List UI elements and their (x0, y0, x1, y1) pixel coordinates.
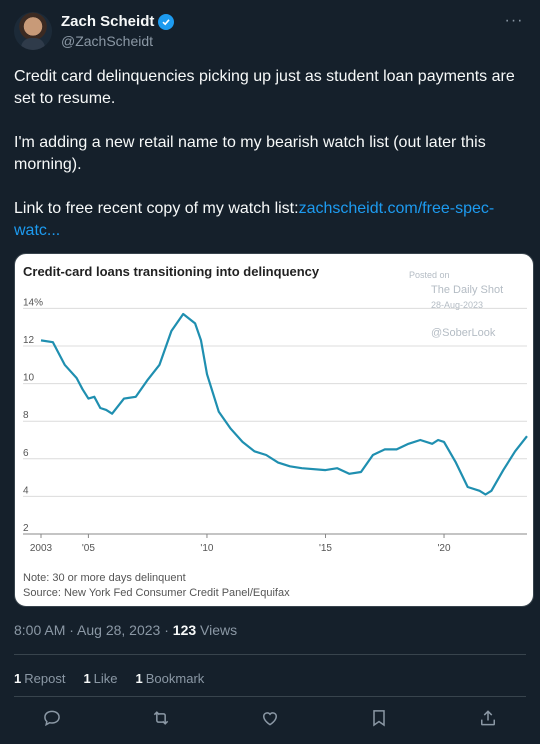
handle[interactable]: @ZachScheidt (61, 33, 153, 49)
y-tick-label: 12 (23, 335, 35, 346)
y-tick-label: 10 (23, 373, 35, 384)
y-tick-label: 4 (23, 485, 29, 496)
y-tick-label: 8 (23, 410, 29, 421)
chart-source: Source: New York Fed Consumer Credit Pan… (23, 587, 290, 599)
tweet-paragraph-3: Link to free recent copy of my watch lis… (14, 198, 526, 242)
action-bar (40, 706, 500, 730)
chart-title: Credit-card loans transitioning into del… (23, 264, 320, 279)
repost-stat[interactable]: 1 Repost (14, 671, 65, 686)
display-name[interactable]: Zach Scheidt (61, 13, 154, 30)
y-tick-label: 2 (23, 523, 29, 534)
chart-note: Note: 30 or more days delinquent (23, 572, 186, 584)
like-label: Like (93, 671, 118, 686)
y-tick-label: 6 (23, 448, 29, 459)
retweet-icon[interactable] (149, 706, 173, 730)
like-count: 1 (83, 671, 91, 686)
x-tick-label: 2003 (30, 543, 53, 554)
share-icon[interactable] (476, 706, 500, 730)
watermark-source: The Daily Shot (431, 284, 504, 296)
x-tick-label: '10 (200, 543, 213, 554)
delinquency-line (40, 312, 528, 496)
more-icon[interactable]: ··· (502, 12, 526, 32)
x-tick-label: '15 (319, 543, 332, 554)
repost-label: Repost (24, 671, 66, 686)
avatar[interactable] (14, 12, 52, 50)
verified-icon[interactable] (158, 13, 175, 30)
timestamp[interactable]: 8:00 AM · Aug 28, 2023 · (14, 622, 173, 638)
chart-card[interactable]: 14% 12 10 8 6 4 2 2003 '05 '10 '15 '20 Credit-card … (14, 253, 534, 607)
name-row: Zach Scheidt (61, 13, 175, 30)
bookmark-label: Bookmark (145, 671, 205, 686)
reply-icon[interactable] (40, 706, 64, 730)
divider (14, 696, 526, 697)
watermark-date: 28-Aug-2023 (431, 300, 484, 310)
x-tick-label: '20 (438, 543, 451, 554)
watermark-handle: @SoberLook (431, 327, 496, 339)
tweet-paragraph-1: Credit card delinquencies picking up jus… (14, 68, 515, 107)
y-tick-label: 14% (23, 297, 43, 308)
bookmark-icon[interactable] (367, 706, 391, 730)
like-icon[interactable] (258, 706, 282, 730)
views-count: 123 (172, 622, 197, 638)
bookmark-count: 1 (135, 671, 143, 686)
x-tick-label: '05 (82, 543, 95, 554)
engagement-stats: 1 Repost 1 Like 1 Bookmark (14, 671, 204, 686)
tweet-text: Credit card delinquencies picking up jus… (14, 66, 526, 242)
link-prefix: Link to free recent copy of my watch lis… (14, 200, 299, 217)
tweet-header: Zach Scheidt @ZachScheidt ··· (14, 12, 526, 52)
repost-count: 1 (14, 671, 22, 686)
tweet-meta: 8:00 AM · Aug 28, 2023 · 123 Views (14, 622, 237, 638)
divider (14, 654, 526, 655)
views-label: Views (196, 622, 238, 638)
bookmark-stat[interactable]: 1 Bookmark (136, 671, 205, 686)
watermark-posted-on: Posted on (409, 270, 450, 280)
tweet-paragraph-2: I'm adding a new retail name to my beari… (14, 134, 486, 173)
like-stat[interactable]: 1 Like (83, 671, 117, 686)
